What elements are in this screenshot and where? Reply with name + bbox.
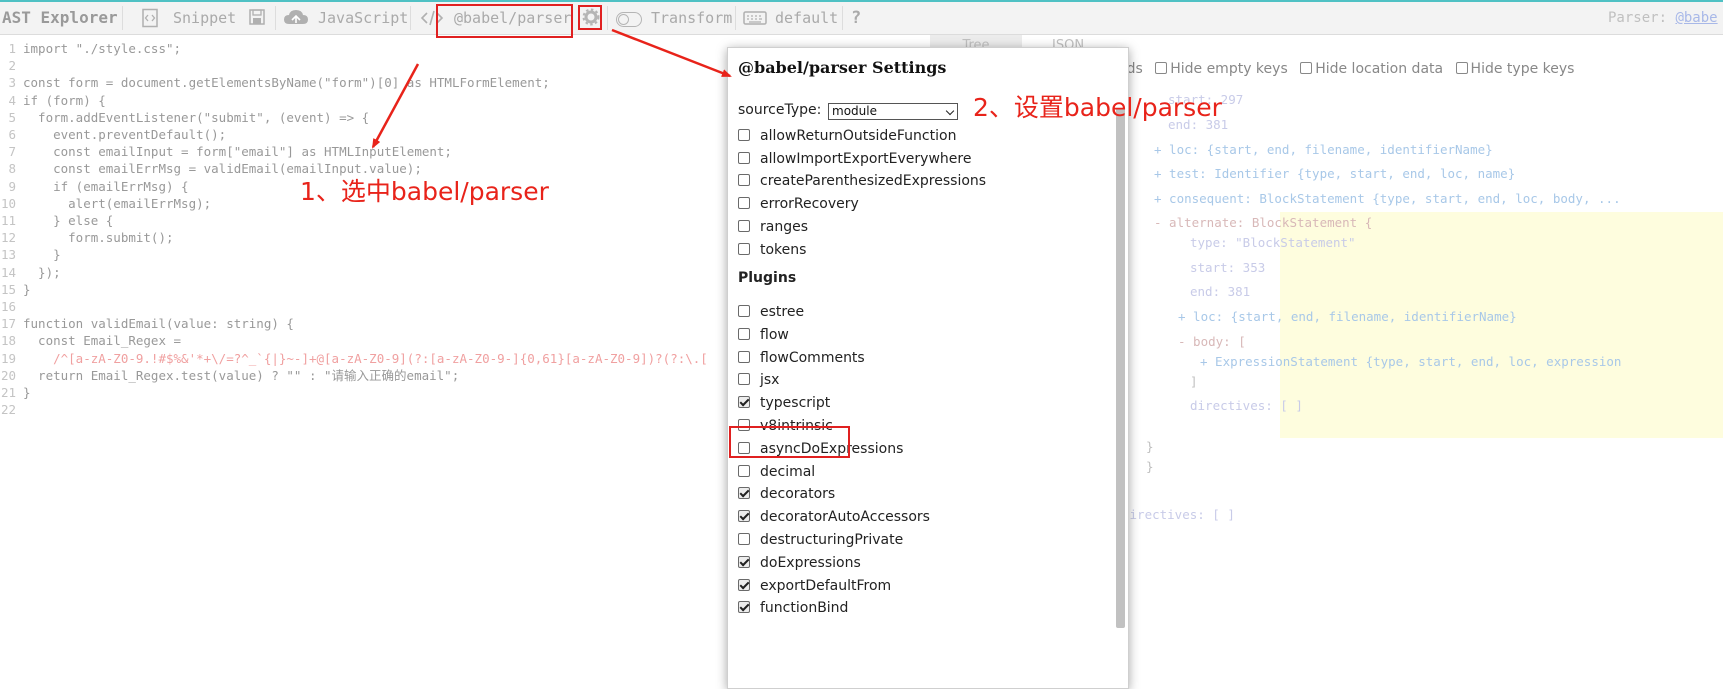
annotation-arrows	[371, 28, 732, 149]
arrow-to-dialog	[611, 28, 732, 78]
arrow-to-editor	[371, 63, 420, 149]
